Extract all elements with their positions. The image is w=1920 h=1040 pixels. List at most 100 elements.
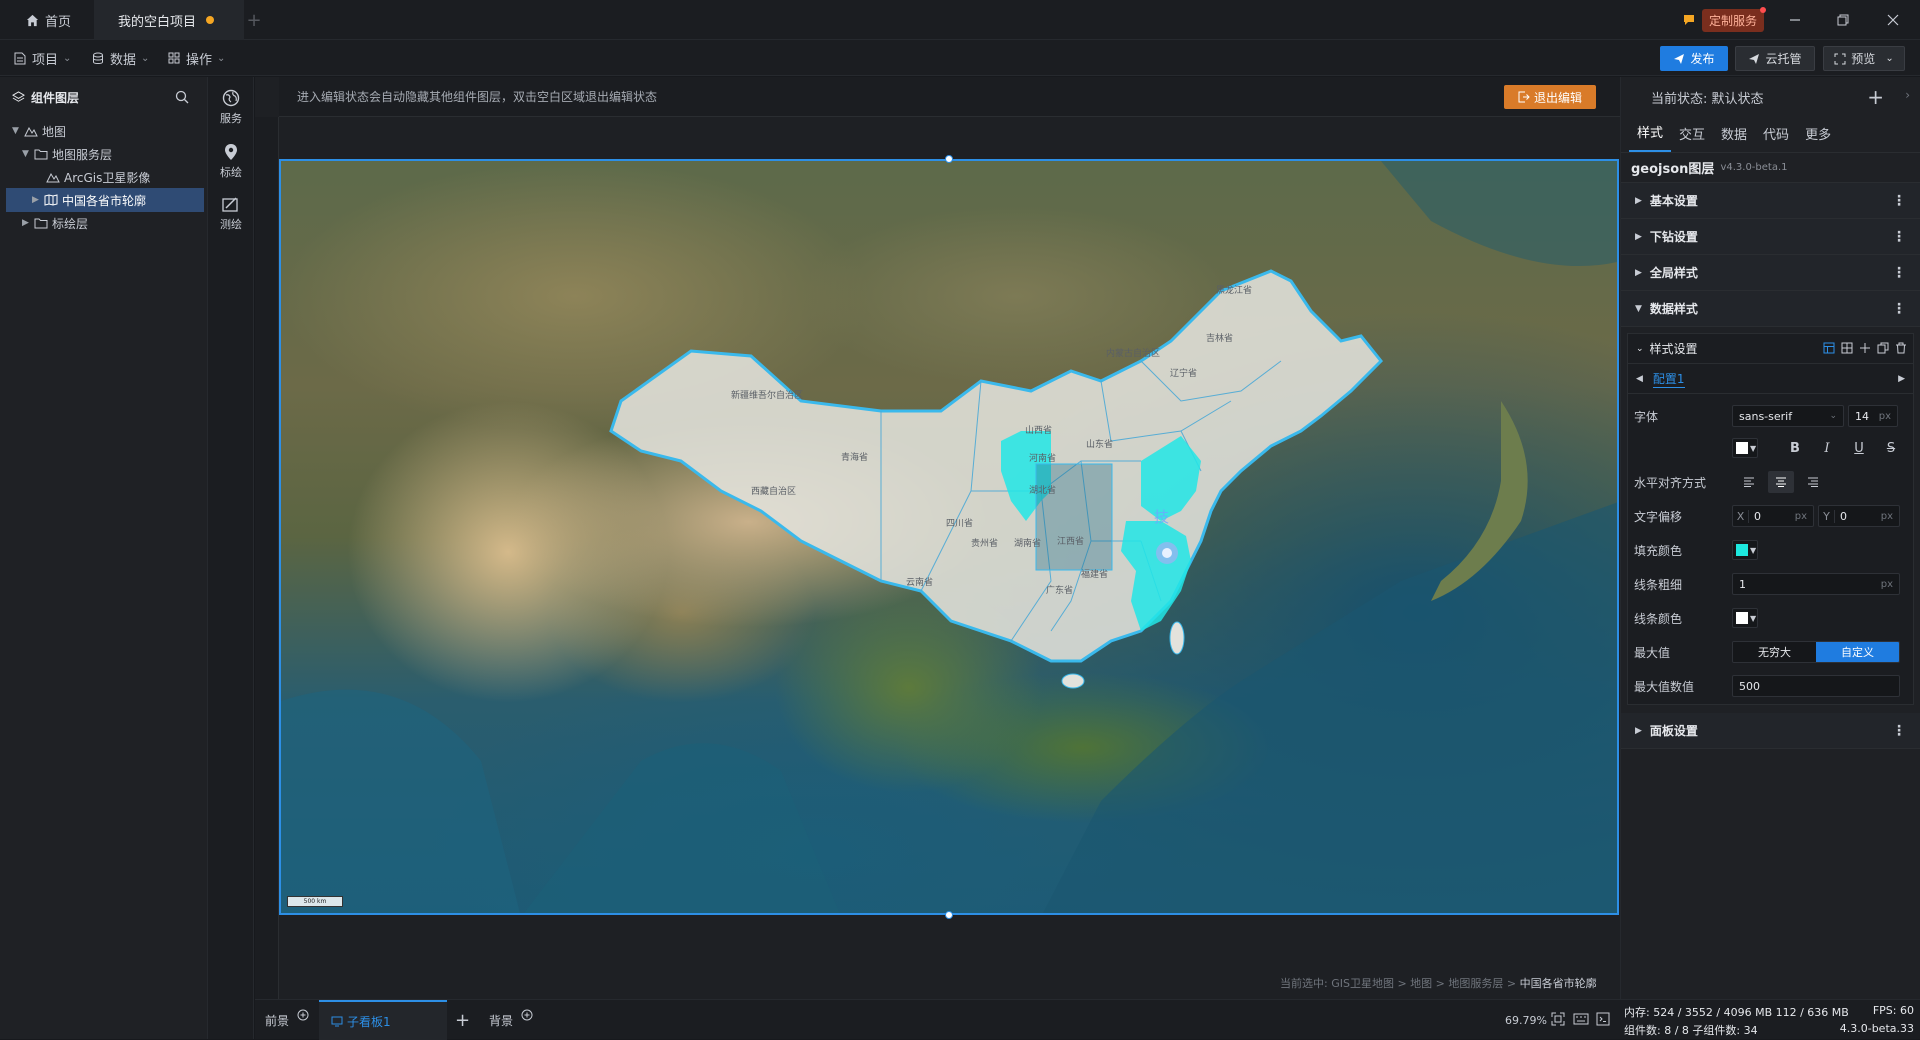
satellite-map[interactable]: 新疆维吾尔自治区 西藏自治区 青海省 四川省 云南省 内蒙古自治区 黑龙江省 吉…	[279, 159, 1619, 915]
section-global[interactable]: ▶ 全局样式 ⋮	[1621, 255, 1920, 291]
max-option-custom[interactable]: 自定义	[1816, 642, 1899, 662]
more-vertical-icon[interactable]: ⋮	[1892, 723, 1906, 739]
tab-more[interactable]: 更多	[1797, 124, 1839, 152]
publish-button[interactable]: 发布	[1660, 46, 1728, 71]
max-option-infinite[interactable]: 无穷大	[1733, 642, 1816, 662]
background-board[interactable]: 背景	[489, 1000, 533, 1040]
tab-home[interactable]: 首页	[0, 0, 94, 40]
offset-y-input[interactable]: Y 0 px	[1818, 505, 1900, 527]
caret-left-icon[interactable]: ◀	[1636, 374, 1643, 384]
align-right-icon[interactable]	[1800, 471, 1826, 493]
title-bar: 首页 我的空白项目 + 定制服务	[0, 0, 1920, 40]
line-color-row: 线条颜色 ▼	[1634, 606, 1907, 630]
minimize-button[interactable]	[1784, 9, 1806, 31]
unsaved-dot	[206, 16, 215, 24]
sub-board-tab[interactable]: 子看板1	[319, 1000, 447, 1040]
font-color-picker[interactable]: ▼	[1732, 438, 1758, 458]
add-state-button[interactable]: +	[1867, 85, 1884, 109]
preview-button[interactable]: 预览 ⌄	[1823, 46, 1905, 71]
tree-item-arcgis[interactable]: ArcGis卫星影像	[6, 165, 204, 189]
properties-panel: 当前状态: 默认状态 + › 样式 交互 数据 代码 更多 geojson图层 …	[1620, 77, 1920, 999]
terminal-icon[interactable]	[1596, 1012, 1610, 1026]
line-width-input[interactable]: 1 px	[1732, 573, 1900, 595]
layout-icon[interactable]	[1841, 342, 1853, 354]
expand-arrow-icon[interactable]: ▼	[22, 149, 34, 159]
tree-item-map[interactable]: ▼ 地图	[6, 119, 204, 143]
font-size-input[interactable]: 14 px	[1848, 405, 1898, 427]
more-vertical-icon[interactable]: ⋮	[1892, 229, 1906, 245]
line-color-picker[interactable]: ▼	[1732, 608, 1758, 628]
restore-button[interactable]	[1832, 9, 1854, 31]
caret-right-icon[interactable]: ▶	[1898, 374, 1905, 384]
plus-icon[interactable]	[1859, 342, 1871, 354]
trash-icon[interactable]	[1895, 342, 1907, 354]
close-window-button[interactable]	[1882, 9, 1904, 31]
bold-button[interactable]: B	[1782, 437, 1808, 459]
menu-project[interactable]: 项目 ⌄	[14, 48, 71, 68]
tab-project[interactable]: 我的空白项目	[94, 0, 244, 40]
section-data-style[interactable]: ▼ 数据样式 ⋮	[1621, 291, 1920, 327]
copy-icon[interactable]	[1877, 342, 1889, 354]
add-board-button[interactable]: +	[455, 1000, 470, 1040]
add-circle-icon[interactable]	[297, 1009, 309, 1021]
align-left-icon[interactable]	[1736, 471, 1762, 493]
rail-measure[interactable]: 测绘	[208, 197, 254, 241]
add-circle-icon[interactable]	[521, 1009, 533, 1021]
tab-code[interactable]: 代码	[1755, 124, 1797, 152]
tree-item-map-service[interactable]: ▼ 地图服务层	[6, 142, 204, 166]
offset-x-input[interactable]: X 0 px	[1732, 505, 1814, 527]
tree-item-plot-layer[interactable]: ▶ 标绘层	[6, 211, 204, 235]
expand-arrow-icon[interactable]: ▼	[12, 126, 24, 136]
exit-edit-button[interactable]: 退出编辑	[1504, 85, 1596, 109]
strikethrough-button[interactable]: S	[1878, 437, 1904, 459]
section-basic[interactable]: ▶ 基本设置 ⋮	[1621, 183, 1920, 219]
align-center-icon[interactable]	[1768, 471, 1794, 493]
send-icon	[1749, 53, 1760, 64]
italic-button[interactable]: I	[1814, 437, 1840, 459]
max-value-row: 最大值数值 500	[1634, 674, 1907, 698]
tree-item-china-outline[interactable]: ▶ 中国各省市轮廓	[6, 188, 204, 212]
menu-data[interactable]: 数据 ⌄	[92, 48, 149, 68]
tab-interaction[interactable]: 交互	[1671, 124, 1713, 152]
database-icon	[93, 52, 103, 64]
menu-ops[interactable]: 操作 ⌄	[168, 48, 225, 68]
expand-arrow-icon[interactable]: ▶	[32, 195, 44, 205]
section-basic-label: 基本设置	[1649, 194, 1698, 208]
new-tab-button[interactable]: +	[244, 0, 264, 40]
underline-button[interactable]: U	[1846, 437, 1872, 459]
tab-data[interactable]: 数据	[1713, 124, 1755, 152]
more-vertical-icon[interactable]: ⋮	[1892, 265, 1906, 281]
more-vertical-icon[interactable]: ⋮	[1892, 301, 1906, 317]
section-panel[interactable]: ▶ 面板设置 ⋮	[1621, 713, 1920, 749]
expand-arrow-icon[interactable]: ▶	[22, 218, 34, 228]
menu-project-label: 项目	[32, 52, 59, 68]
front-board[interactable]: 前景	[265, 1000, 309, 1040]
current-state-text: 当前状态: 默认状态	[1651, 91, 1764, 107]
section-drill[interactable]: ▶ 下钻设置 ⋮	[1621, 219, 1920, 255]
zoom-level[interactable]: 69.79%	[1505, 1000, 1547, 1040]
style-settings-header[interactable]: ⌄ 样式设置	[1628, 334, 1913, 364]
keyboard-icon[interactable]	[1573, 1012, 1589, 1026]
fill-color-picker[interactable]: ▼	[1732, 540, 1758, 560]
fit-screen-icon[interactable]	[1551, 1012, 1565, 1026]
component-count-stat: 组件数: 8 / 8 子组件数: 34	[1624, 1024, 1758, 1037]
more-vertical-icon[interactable]: ⋮	[1892, 193, 1906, 209]
cloud-hosting-button[interactable]: 云托管	[1735, 46, 1815, 71]
section-global-label: 全局样式	[1649, 266, 1698, 280]
china-outline[interactable]	[609, 269, 1384, 663]
max-value-input[interactable]: 500	[1732, 675, 1900, 697]
tab-style[interactable]: 样式	[1629, 122, 1672, 152]
close-icon	[1887, 14, 1899, 26]
config-tab-1[interactable]: 配置1	[1652, 370, 1685, 388]
font-family-select[interactable]: sans-serif ⌄	[1732, 405, 1844, 427]
rail-service[interactable]: 服务	[208, 89, 254, 133]
resize-handle-top[interactable]	[945, 155, 953, 163]
search-icon[interactable]	[175, 90, 189, 104]
rail-mark[interactable]: 标绘	[208, 143, 254, 187]
table-icon[interactable]	[1823, 342, 1835, 354]
custom-service[interactable]: 定制服务	[1682, 6, 1768, 32]
resize-handle-bottom[interactable]	[945, 911, 953, 919]
chevron-right-icon[interactable]: ›	[1905, 88, 1910, 102]
caret-down-icon: ▼	[1750, 545, 1757, 555]
custom-service-button[interactable]: 定制服务	[1702, 6, 1767, 32]
